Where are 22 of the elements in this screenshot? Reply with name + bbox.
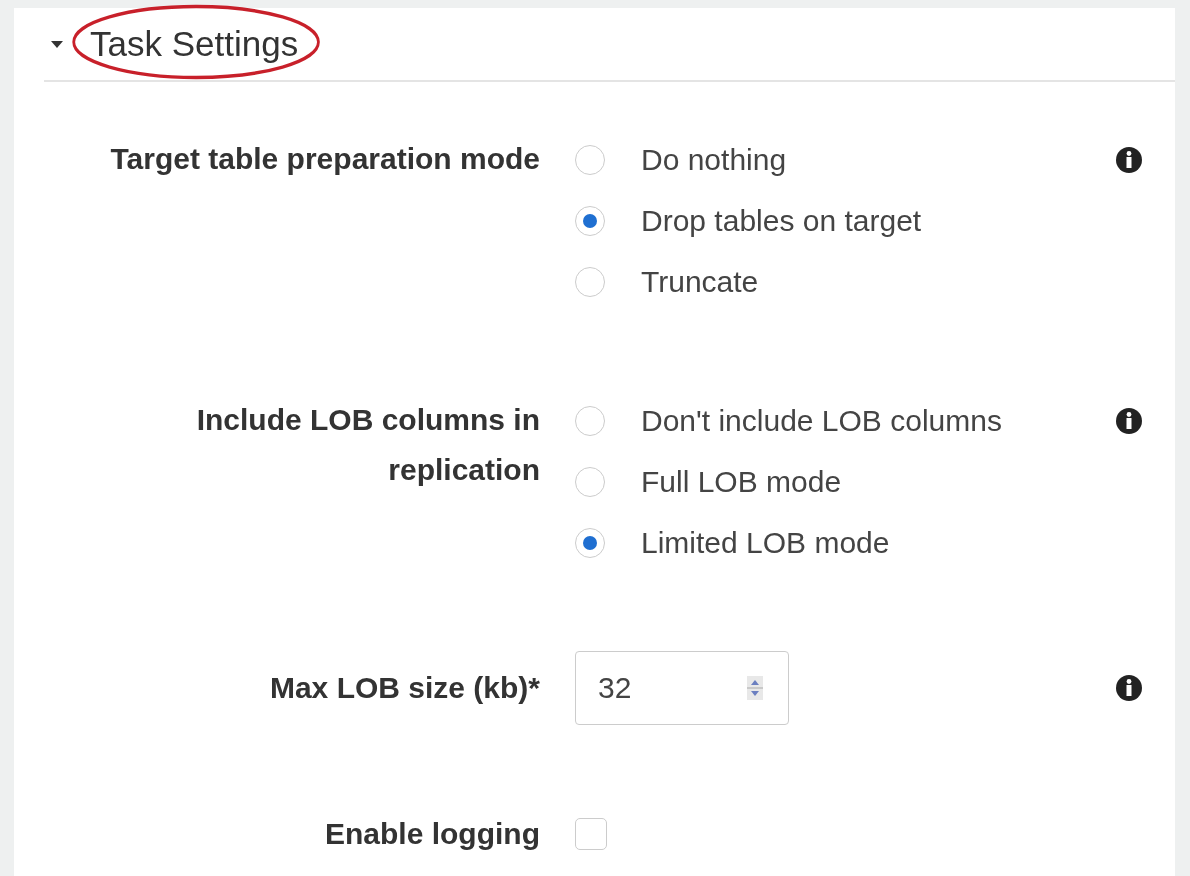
option-label[interactable]: Truncate: [641, 264, 759, 299]
option-label[interactable]: Do nothing: [641, 142, 787, 177]
radio-button[interactable]: [575, 466, 605, 497]
option-label[interactable]: Full LOB mode: [641, 464, 842, 499]
radio-button[interactable]: [575, 405, 605, 436]
info-icon[interactable]: [1115, 674, 1143, 702]
radio-button[interactable]: [575, 266, 605, 297]
option-label[interactable]: Don't include LOB columns: [641, 403, 1002, 438]
option-label[interactable]: Limited LOB mode: [641, 525, 890, 560]
radio-button[interactable]: [575, 527, 605, 558]
radio-button[interactable]: [575, 144, 605, 175]
field-label: Target table preparation mode: [110, 141, 540, 177]
field-label: Max LOB size (kb)*: [269, 670, 540, 706]
number-field[interactable]: 32: [575, 651, 789, 725]
info-icon[interactable]: [1115, 146, 1143, 174]
option-label[interactable]: Drop tables on target: [641, 203, 922, 238]
spinner-icon[interactable]: [747, 676, 763, 700]
radio-button[interactable]: [575, 205, 605, 236]
field-label: Enable logging: [325, 816, 540, 852]
info-icon[interactable]: [1115, 407, 1143, 435]
checkbox[interactable]: [575, 817, 607, 850]
field-label: Include LOB columns in replication: [195, 402, 540, 488]
